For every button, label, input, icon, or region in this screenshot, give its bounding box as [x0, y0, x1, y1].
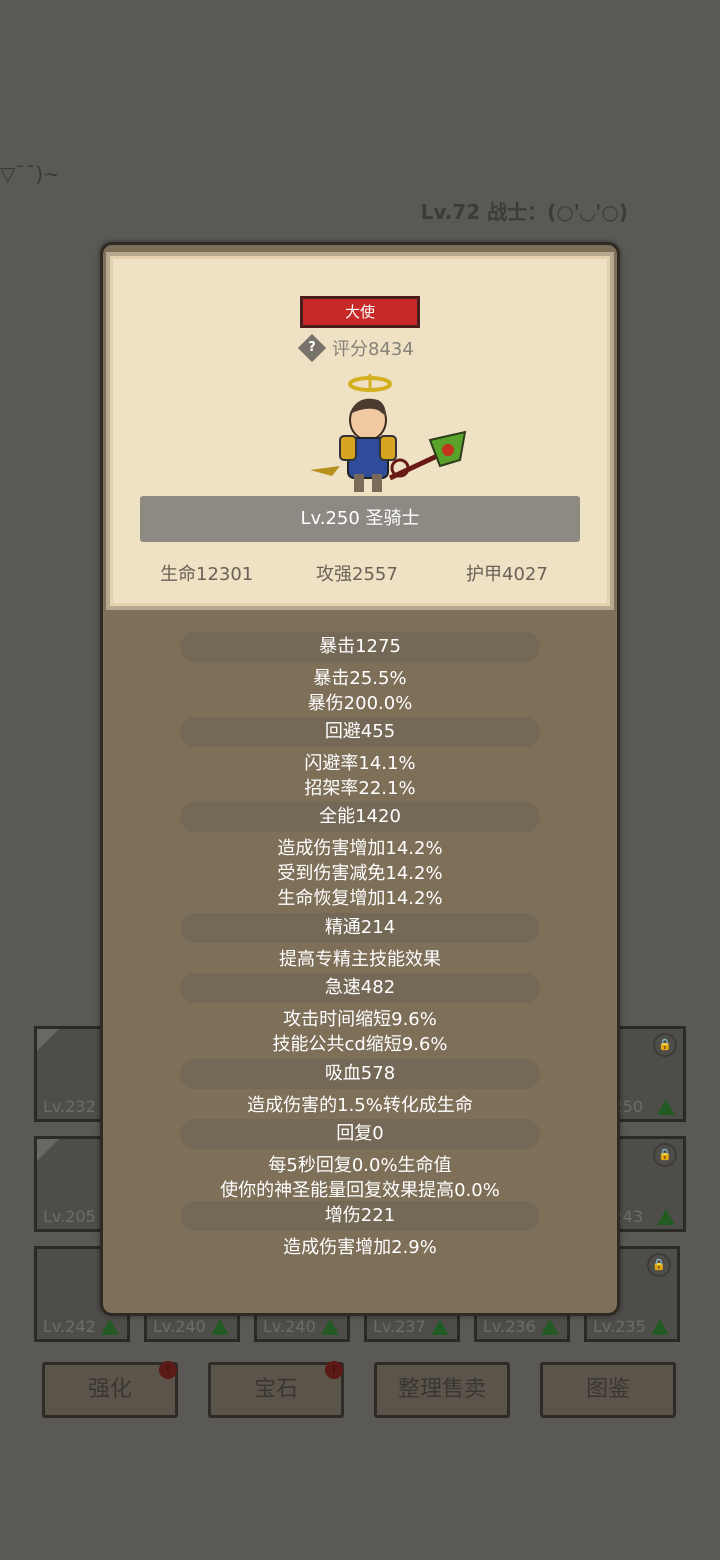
player-label: Lv.72 战士：(○'◡'○): [420, 200, 628, 224]
stat-line: 生命恢复增加14.2%: [277, 888, 443, 909]
upgrade-arrow-icon: [431, 1319, 449, 1335]
background-emote-text: ▽¯¯)~: [0, 162, 60, 186]
hp-stat: 生命12301: [160, 564, 254, 585]
stat-line: 暴伤200.0%: [307, 693, 413, 714]
upgrade-arrow-icon: [651, 1319, 669, 1335]
upgrade-arrow-icon: [657, 1209, 675, 1225]
gem-button[interactable]: 宝石 !: [208, 1361, 344, 1418]
score-row: ? 评分8434: [297, 333, 414, 363]
stat-line: 闪避率14.1%: [304, 753, 416, 774]
enhance-button-label: 强化: [87, 1377, 132, 1402]
slot-level: Lv.242: [43, 1317, 96, 1336]
enhance-button[interactable]: 强化 !: [42, 1361, 178, 1418]
character-name-bar: Lv.250 圣骑士: [140, 496, 580, 542]
stat-line: 造成伤害增加14.2%: [277, 838, 443, 859]
stat-line: 招架率22.1%: [304, 778, 416, 799]
versatility-section-header: 全能1420: [180, 802, 540, 832]
upgrade-arrow-icon: [211, 1319, 229, 1335]
crit-section-header: 暴击1275: [180, 632, 540, 662]
upgrade-arrow-icon: [541, 1319, 559, 1335]
mastery-section-header: 精通214: [180, 913, 540, 943]
leech-section-header: 吸血578: [180, 1059, 540, 1089]
armor-stat: 护甲4027: [466, 564, 548, 585]
slot-level: Lv.237: [373, 1317, 426, 1336]
slot-level: Lv.236: [483, 1317, 536, 1336]
stat-line: 技能公共cd缩短9.6%: [272, 1034, 448, 1055]
score-value: 评分8434: [332, 339, 414, 360]
rarity-badge: 大使: [300, 296, 420, 328]
stat-line: 造成伤害的1.5%转化成生命: [247, 1095, 473, 1116]
alert-badge-icon: !: [159, 1361, 177, 1379]
stat-line: 攻击时间缩短9.6%: [283, 1009, 437, 1030]
codex-button[interactable]: 图鉴: [540, 1362, 676, 1418]
stat-line: 每5秒回复0.0%生命值: [268, 1155, 452, 1176]
help-icon[interactable]: ?: [297, 333, 327, 363]
slot-level: Lv.240: [153, 1317, 206, 1336]
haste-section-header: 急速482: [180, 973, 540, 1003]
codex-button-label: 图鉴: [585, 1377, 630, 1402]
stat-line: 使你的神圣能量回复效果提高0.0%: [220, 1180, 500, 1201]
damage-boost-section-header: 增伤221: [180, 1201, 540, 1231]
slot-corner-icon: [37, 1139, 59, 1161]
slot-level: Lv.240: [263, 1317, 316, 1336]
attack-stat: 攻强2557: [316, 564, 398, 585]
slot-level: Lv.235: [593, 1317, 646, 1336]
stat-line: 提高专精主技能效果: [279, 949, 441, 970]
gem-button-label: 宝石: [253, 1377, 298, 1402]
dodge-section-header: 回避455: [180, 717, 540, 747]
stat-line: 暴击25.5%: [313, 668, 407, 689]
slot-level: Lv.232: [43, 1097, 96, 1116]
stat-line: 受到伤害减免14.2%: [277, 863, 443, 884]
slot-level: Lv.205: [43, 1207, 96, 1226]
lock-icon: 🔒: [647, 1253, 671, 1277]
stat-line: 造成伤害增加2.9%: [283, 1237, 437, 1258]
upgrade-arrow-icon: [321, 1319, 339, 1335]
sort-sell-button[interactable]: 整理售卖: [374, 1362, 510, 1418]
lock-icon: 🔒: [653, 1143, 677, 1167]
alert-badge-icon: !: [325, 1361, 343, 1379]
paladin-character-icon: [310, 374, 467, 492]
upgrade-arrow-icon: [101, 1319, 119, 1335]
sort-sell-button-label: 整理售卖: [397, 1377, 486, 1402]
lock-icon: 🔒: [653, 1033, 677, 1057]
slot-corner-icon: [37, 1029, 59, 1051]
regen-section-header: 回复0: [180, 1119, 540, 1149]
upgrade-arrow-icon: [657, 1099, 675, 1115]
